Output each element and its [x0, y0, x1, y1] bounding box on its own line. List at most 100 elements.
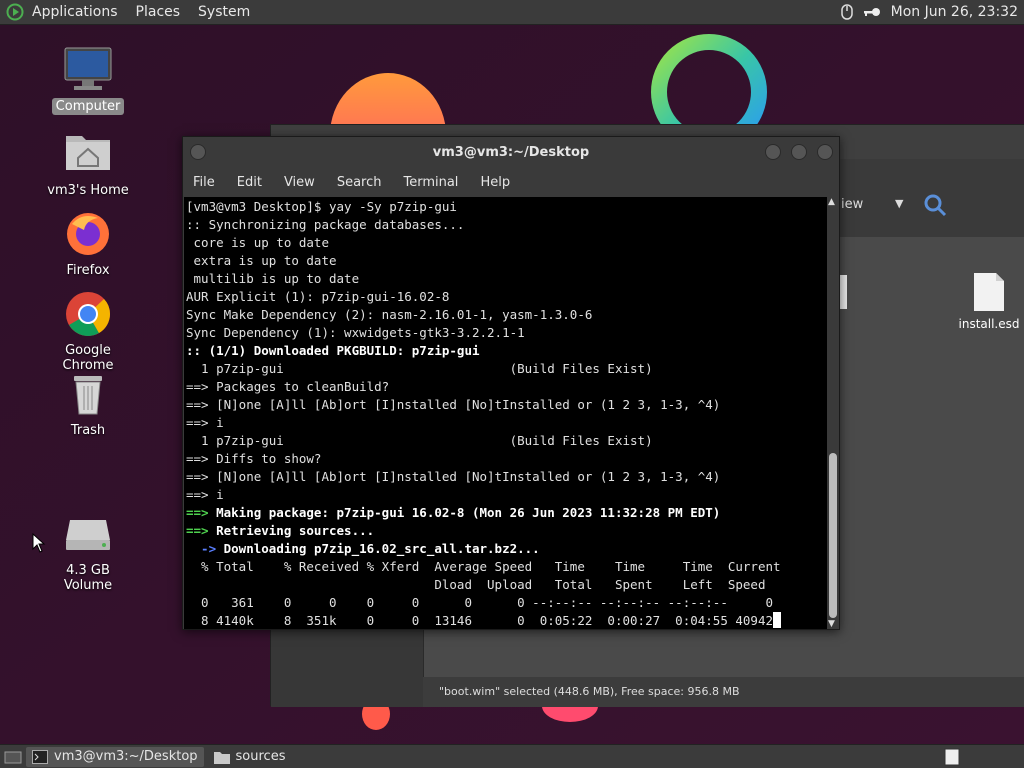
terminal-text: 0 361 0 0 0 0 0 0 --:--:-- --:--:-- --:-… [186, 595, 773, 610]
mouse-pointer-icon [32, 533, 46, 553]
terminal-text: Downloading p7zip_16.02_src_all.tar.bz2.… [216, 541, 540, 556]
terminal-text: ==> [186, 505, 209, 520]
terminal-line: 0 361 0 0 0 0 0 0 --:--:-- --:--:-- --:-… [186, 594, 827, 612]
desktop-icon-chrome[interactable]: Google Chrome [38, 290, 138, 374]
task-label: sources [235, 749, 286, 764]
chevron-down-icon[interactable]: ▼ [895, 197, 903, 210]
close-button[interactable] [817, 144, 833, 160]
desktop-icon-volume[interactable]: 4.3 GB Volume [38, 510, 138, 594]
search-icon[interactable] [923, 193, 947, 221]
chrome-icon [64, 290, 112, 338]
terminal-text: Retrieving sources... [208, 523, 375, 538]
desktop-icon-firefox[interactable]: Firefox [38, 210, 138, 279]
terminal-text: AUR Explicit (1): p7zip-gui-16.02-8 [186, 289, 450, 304]
firefox-icon [64, 210, 112, 258]
terminal-scrollbar[interactable]: ▲ ▼ [827, 197, 839, 629]
terminal-text: ==> [N]one [A]ll [Ab]ort [I]nstalled [No… [186, 397, 721, 412]
minimize-button[interactable] [765, 144, 781, 160]
menu-search[interactable]: Search [337, 175, 382, 190]
terminal-line: ==> i [186, 414, 827, 432]
terminal-text: :: Synchronizing package databases... [186, 217, 465, 232]
top-panel: Applications Places System Mon Jun 26, 2… [0, 0, 1024, 25]
desktop-icon-label: vm3's Home [47, 183, 129, 198]
menu-view[interactable]: View [284, 175, 315, 190]
terminal-menubar: File Edit View Search Terminal Help [183, 169, 839, 195]
terminal-text: ==> i [186, 487, 224, 502]
terminal-line: ==> Packages to cleanBuild? [186, 378, 827, 396]
workspace-switcher-icon[interactable] [944, 748, 960, 766]
status-bar: "boot.wim" selected (448.6 MB), Free spa… [423, 677, 1024, 707]
terminal-line: 1 p7zip-gui (Build Files Exist) [186, 360, 827, 378]
terminal-line: extra is up to date [186, 252, 827, 270]
file-label: install.esd [958, 317, 1020, 331]
terminal-text: ==> Diffs to show? [186, 451, 322, 466]
terminal-text: 8 4140k 8 351k 0 0 13146 0 0:05:22 0:00:… [186, 613, 773, 628]
view-menu-button[interactable]: iew [841, 197, 863, 212]
terminal-line: multilib is up to date [186, 270, 827, 288]
taskbar-item-sources[interactable]: sources [208, 747, 292, 767]
menu-terminal[interactable]: Terminal [403, 175, 458, 190]
terminal-line: 1 p7zip-gui (Build Files Exist) [186, 432, 827, 450]
clock[interactable]: Mon Jun 26, 23:32 [891, 4, 1018, 20]
system-menu[interactable]: System [198, 4, 250, 20]
distro-logo-icon[interactable] [6, 3, 24, 21]
terminal-text: [vm3@vm3 Desktop]$ yay -Sy p7zip-gui [186, 199, 457, 214]
terminal-line: ==> [N]one [A]ll [Ab]ort [I]nstalled [No… [186, 396, 827, 414]
task-label: vm3@vm3:~/Desktop [54, 749, 198, 764]
desktop-icon-label: Computer [51, 98, 125, 115]
terminal-line: :: Synchronizing package databases... [186, 216, 827, 234]
terminal-titlebar[interactable]: vm3@vm3:~/Desktop [183, 137, 839, 169]
terminal-line: ==> i [186, 486, 827, 504]
terminal-text: ==> [186, 523, 209, 538]
terminal-line: Dload Upload Total Spent Left Speed [186, 576, 827, 594]
scroll-up-arrow-icon[interactable]: ▲ [828, 197, 835, 207]
terminal-text: -> [186, 541, 217, 556]
terminal-text: ==> [N]one [A]ll [Ab]ort [I]nstalled [No… [186, 469, 721, 484]
terminal-text: extra is up to date [186, 253, 337, 268]
folder-icon [213, 750, 230, 764]
scrollbar-thumb[interactable] [829, 453, 837, 618]
places-menu[interactable]: Places [136, 4, 181, 20]
terminal-text: :: (1/1) Downloaded PKGBUILD: p7zip-gui [186, 343, 480, 358]
menu-help[interactable]: Help [480, 175, 510, 190]
terminal-icon [32, 749, 48, 764]
terminal-line: ==> [N]one [A]ll [Ab]ort [I]nstalled [No… [186, 468, 827, 486]
applications-menu[interactable]: Applications [32, 4, 118, 20]
scroll-down-arrow-icon[interactable]: ▼ [828, 619, 835, 629]
window-title: vm3@vm3:~/Desktop [432, 145, 590, 160]
desktop-icon-computer[interactable]: Computer [38, 46, 138, 115]
menu-edit[interactable]: Edit [237, 175, 262, 190]
terminal-text: 1 p7zip-gui (Build Files Exist) [186, 361, 653, 376]
terminal-line: ==> Diffs to show? [186, 450, 827, 468]
trash-icon [64, 370, 112, 418]
terminal-line: % Total % Received % Xferd Average Speed… [186, 558, 827, 576]
file-icon[interactable] [839, 275, 851, 311]
maximize-button[interactable] [791, 144, 807, 160]
desktop-icon-label: Firefox [66, 263, 110, 278]
terminal-line: ==> Retrieving sources... [186, 522, 827, 540]
terminal-window[interactable]: vm3@vm3:~/Desktop File Edit View Search … [182, 136, 840, 630]
terminal-line: ==> Making package: p7zip-gui 16.02-8 (M… [186, 504, 827, 522]
terminal-text: Dload Upload Total Spent Left Speed [186, 577, 766, 592]
terminal-text: % Total % Received % Xferd Average Speed… [186, 559, 781, 574]
window-menu-button[interactable] [190, 144, 206, 160]
mouse-icon[interactable] [840, 4, 853, 20]
menu-file[interactable]: File [193, 175, 215, 190]
bottom-panel: vm3@vm3:~/Desktop sources [0, 744, 1024, 768]
show-desktop-icon[interactable] [4, 749, 22, 765]
terminal-text: Sync Dependency (1): wxwidgets-gtk3-3.2.… [186, 325, 525, 340]
terminal-text: Sync Make Dependency (2): nasm-2.16.01-1… [186, 307, 593, 322]
terminal-text: multilib is up to date [186, 271, 360, 286]
desktop-icon-trash[interactable]: Trash [38, 370, 138, 439]
desktop-icon-home[interactable]: vm3's Home [38, 130, 138, 199]
file-icon [972, 271, 1006, 313]
key-icon[interactable] [863, 6, 881, 18]
terminal-line: [vm3@vm3 Desktop]$ yay -Sy p7zip-gui [186, 198, 827, 216]
file-item-install-esd[interactable]: install.esd [951, 271, 1024, 331]
terminal-line: Sync Dependency (1): wxwidgets-gtk3-3.2.… [186, 324, 827, 342]
desktop-icon-label: Trash [70, 423, 106, 438]
terminal-output[interactable]: [vm3@vm3 Desktop]$ yay -Sy p7zip-gui:: S… [184, 197, 827, 629]
terminal-text: core is up to date [186, 235, 329, 250]
taskbar-item-terminal[interactable]: vm3@vm3:~/Desktop [26, 746, 204, 767]
terminal-line: Sync Make Dependency (2): nasm-2.16.01-1… [186, 306, 827, 324]
